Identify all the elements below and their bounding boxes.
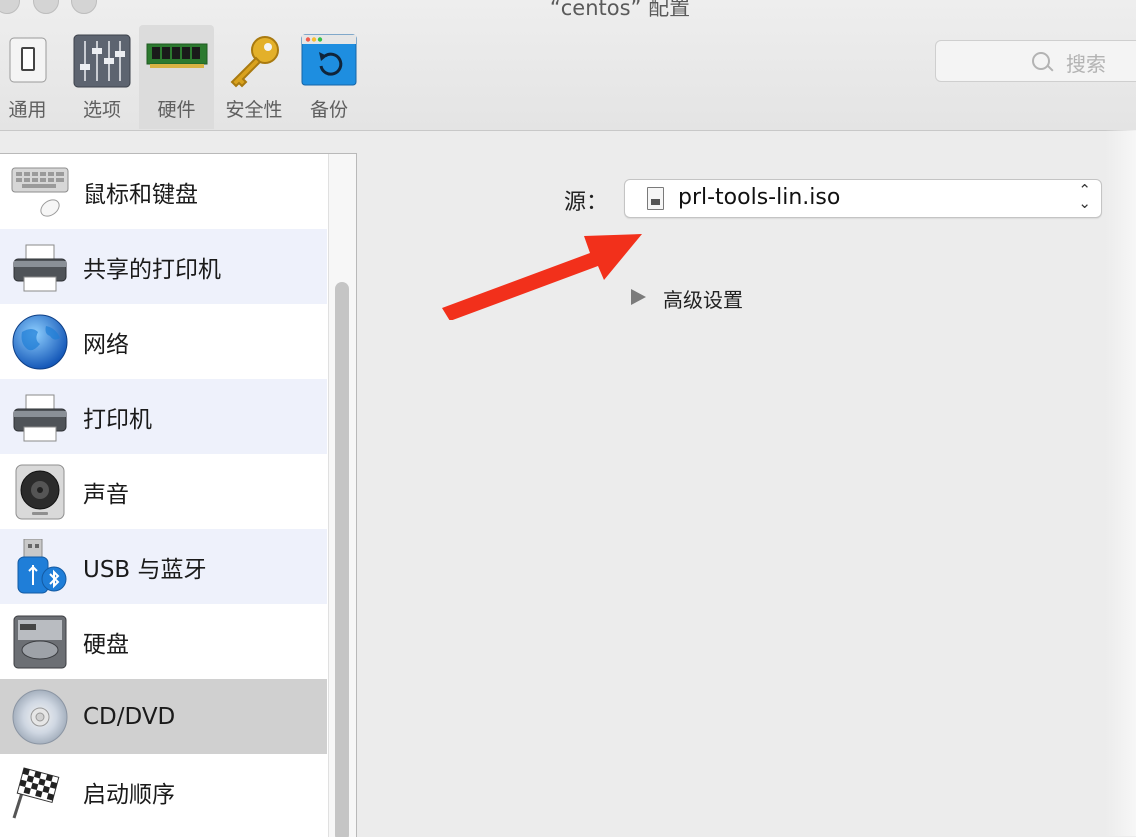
- sidebar-item-label: 鼠标和键盘: [83, 181, 198, 208]
- sidebar-scrollbar-thumb[interactable]: [335, 282, 349, 837]
- toolbar-hardware-label: 硬件: [157, 99, 196, 121]
- toolbar-options-label: 选项: [82, 99, 121, 121]
- search-icon: [1032, 52, 1050, 70]
- sidebar-item-boot-order[interactable]: 启动顺序: [0, 754, 327, 829]
- toolbar-general-label: 通用: [8, 99, 47, 121]
- checkered-flag-icon: [10, 764, 70, 820]
- source-value: prl-tools-lin.iso: [678, 185, 841, 210]
- hardware-ram-icon: [146, 34, 208, 78]
- shared-printer-icon: [10, 239, 70, 295]
- globe-network-icon: [10, 314, 70, 370]
- annotation-arrow-icon: [442, 234, 642, 320]
- toolbar-security[interactable]: 安全性: [219, 25, 289, 129]
- sidebar-item-keyboard-mouse[interactable]: 鼠标和键盘: [0, 154, 327, 229]
- options-sliders-icon: [73, 34, 131, 92]
- window-edge-shade: [1105, 130, 1136, 836]
- up-down-chevron-icon: ⌃ ⌄: [1078, 181, 1091, 212]
- sidebar-item-label: 共享的打印机: [83, 256, 221, 283]
- sidebar-item-label: 网络: [83, 331, 129, 358]
- toolbar-hardware[interactable]: 硬件: [139, 25, 214, 129]
- sidebar-item-printer[interactable]: 打印机: [0, 379, 327, 454]
- sidebar-item-network[interactable]: 网络: [0, 304, 327, 379]
- general-switch-icon: [8, 34, 48, 90]
- toolbar-backup[interactable]: 备份: [298, 25, 360, 129]
- sidebar-item-label: 启动顺序: [83, 781, 175, 808]
- cd-dvd-icon: [10, 689, 70, 745]
- window-toolbar: “centos” 配置 通用 选项 硬件 安全性 备份 搜索: [0, 0, 1136, 131]
- sidebar-item-label: 声音: [83, 481, 129, 508]
- toolbar-security-label: 安全性: [225, 99, 283, 121]
- window-title: “centos” 配置: [549, 0, 691, 20]
- disclosure-triangle-icon[interactable]: [631, 289, 646, 305]
- advanced-settings-toggle[interactable]: 高级设置: [663, 284, 743, 313]
- toolbar-options[interactable]: 选项: [70, 25, 134, 129]
- sidebar-item-usb-bluetooth[interactable]: USB 与蓝牙: [0, 529, 327, 604]
- search-placeholder: 搜索: [1066, 52, 1106, 76]
- hardware-sidebar: 鼠标和键盘 共享的打印机 网络 打印机 声音 USB 与蓝牙 硬盘 CD/DVD…: [0, 153, 357, 837]
- source-popup-button[interactable]: prl-tools-lin.iso ⌃ ⌄: [624, 179, 1102, 218]
- keyboard-mouse-icon: [10, 164, 70, 220]
- sidebar-item-label: 硬盘: [83, 631, 129, 658]
- speaker-icon: [10, 464, 70, 520]
- sidebar-item-label: CD/DVD: [83, 703, 176, 730]
- security-key-icon: [226, 34, 282, 94]
- disk-image-file-icon: [647, 187, 664, 210]
- printer-icon: [10, 389, 70, 445]
- toolbar-backup-label: 备份: [309, 99, 348, 121]
- hardware-list: 鼠标和键盘 共享的打印机 网络 打印机 声音 USB 与蓝牙 硬盘 CD/DVD…: [0, 154, 327, 829]
- usb-bluetooth-icon: [10, 538, 70, 595]
- sidebar-item-label: USB 与蓝牙: [83, 556, 207, 583]
- sidebar-item-hard-disk[interactable]: 硬盘: [0, 604, 327, 679]
- sidebar-item-shared-printer[interactable]: 共享的打印机: [0, 229, 327, 304]
- sidebar-item-sound[interactable]: 声音: [0, 454, 327, 529]
- backup-restore-icon: [301, 34, 357, 90]
- hard-disk-icon: [10, 614, 70, 670]
- sidebar-item-label: 打印机: [83, 406, 152, 433]
- sidebar-item-cd-dvd[interactable]: CD/DVD: [0, 679, 327, 754]
- toolbar-general[interactable]: 通用: [0, 25, 55, 129]
